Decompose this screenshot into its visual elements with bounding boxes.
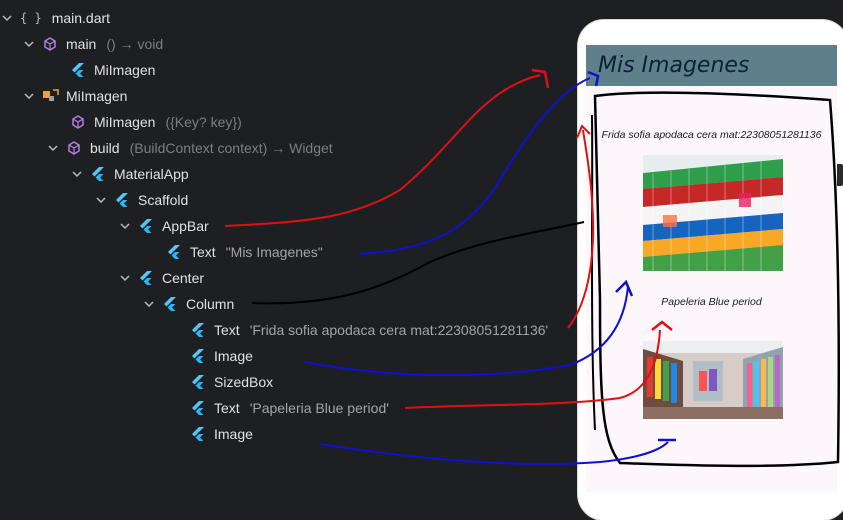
tree-label: MiImagen (66, 88, 128, 104)
tree-label: Scaffold (138, 192, 189, 208)
caption-papeleria: Papeleria Blue period (661, 296, 762, 308)
tree-row-main[interactable]: main () → void (22, 31, 163, 57)
outline-tree: { } main.dart main () → void MiImagen Mi… (0, 0, 575, 502)
tree-label: SizedBox (214, 374, 274, 390)
flutter-icon (138, 270, 154, 286)
tree-signature: () → void (106, 36, 164, 52)
tree-label: main.dart (51, 10, 111, 26)
chevron-down-icon[interactable] (94, 193, 108, 207)
tree-row-main-dart[interactable]: { } main.dart (0, 5, 110, 31)
method-icon (70, 114, 86, 130)
tree-row-miimagen-call[interactable]: MiImagen (70, 57, 155, 83)
tree-row-column[interactable]: Column (142, 291, 234, 317)
tree-row-build[interactable]: build (BuildContext context) → Widget (46, 135, 333, 161)
tree-label: MiImagen (94, 62, 156, 78)
image-shop-interior (643, 341, 783, 419)
tree-label: MiImagen (94, 114, 156, 130)
chevron-down-icon[interactable] (118, 271, 132, 285)
tree-string-value: "Mis Imagenes" (225, 244, 323, 260)
method-icon (66, 140, 82, 156)
braces-icon: { } (20, 11, 42, 25)
tree-label: build (90, 140, 120, 156)
tree-label: Text (190, 244, 216, 260)
caption-frida: Frida sofia apodaca cera mat:22308051281… (601, 129, 822, 141)
tree-label: Image (214, 348, 253, 364)
flutter-icon (190, 348, 206, 364)
flutter-icon (166, 244, 182, 260)
flutter-icon (190, 400, 206, 416)
chevron-down-icon[interactable] (46, 141, 60, 155)
tree-label: MaterialApp (114, 166, 189, 182)
tree-label: Image (214, 426, 253, 442)
tree-row-miimagen-class[interactable]: MiImagen (22, 83, 127, 109)
chevron-down-icon[interactable] (70, 167, 84, 181)
method-icon (42, 36, 58, 52)
flutter-icon (90, 166, 106, 182)
flutter-icon (162, 296, 178, 312)
tree-row-image-1[interactable]: Image (190, 343, 253, 369)
tree-string-value: 'Frida sofia apodaca cera mat:2230805128… (249, 322, 549, 338)
tree-label: Text (214, 400, 240, 416)
tree-label: Center (162, 270, 205, 286)
tree-label: main (66, 36, 97, 52)
tree-row-sizedbox[interactable]: SizedBox (190, 369, 273, 395)
tree-label: Text (214, 322, 240, 338)
tree-row-text-papeleria[interactable]: Text 'Papeleria Blue period' (190, 395, 389, 421)
tree-row-text-frida[interactable]: Text 'Frida sofia apodaca cera mat:22308… (190, 317, 548, 343)
class-icon (42, 88, 59, 104)
tree-label: AppBar (162, 218, 209, 234)
tree-row-image-2[interactable]: Image (190, 421, 253, 447)
tree-row-materialapp[interactable]: MaterialApp (70, 161, 189, 187)
chevron-down-icon[interactable] (22, 89, 36, 103)
chevron-down-icon[interactable] (22, 37, 36, 51)
chevron-down-icon[interactable] (0, 11, 14, 25)
tree-signature: (BuildContext context) → Widget (129, 140, 333, 156)
phone-screen: Mis Imagenes Frida sofia apodaca cera ma… (586, 45, 837, 492)
flutter-icon (138, 218, 154, 234)
tree-label: Column (186, 296, 235, 312)
flutter-icon (190, 374, 206, 390)
app-bar: Mis Imagenes (586, 45, 837, 86)
app-bar-title: Mis Imagenes (598, 53, 750, 78)
tree-row-scaffold[interactable]: Scaffold (94, 187, 188, 213)
chevron-down-icon[interactable] (118, 219, 132, 233)
tree-row-center[interactable]: Center (118, 265, 204, 291)
tree-row-appbar[interactable]: AppBar (118, 213, 209, 239)
tree-row-constructor[interactable]: MiImagen ({Key? key}) (70, 109, 242, 135)
flutter-icon (190, 426, 206, 442)
tree-string-value: 'Papeleria Blue period' (249, 400, 389, 416)
flutter-icon (114, 192, 130, 208)
flutter-icon (190, 322, 206, 338)
tree-row-appbar-text[interactable]: Text "Mis Imagenes" (166, 239, 323, 265)
tree-signature: ({Key? key}) (165, 114, 242, 130)
flutter-icon (70, 62, 86, 78)
image-store-shelves (643, 155, 783, 271)
chevron-down-icon[interactable] (142, 297, 156, 311)
